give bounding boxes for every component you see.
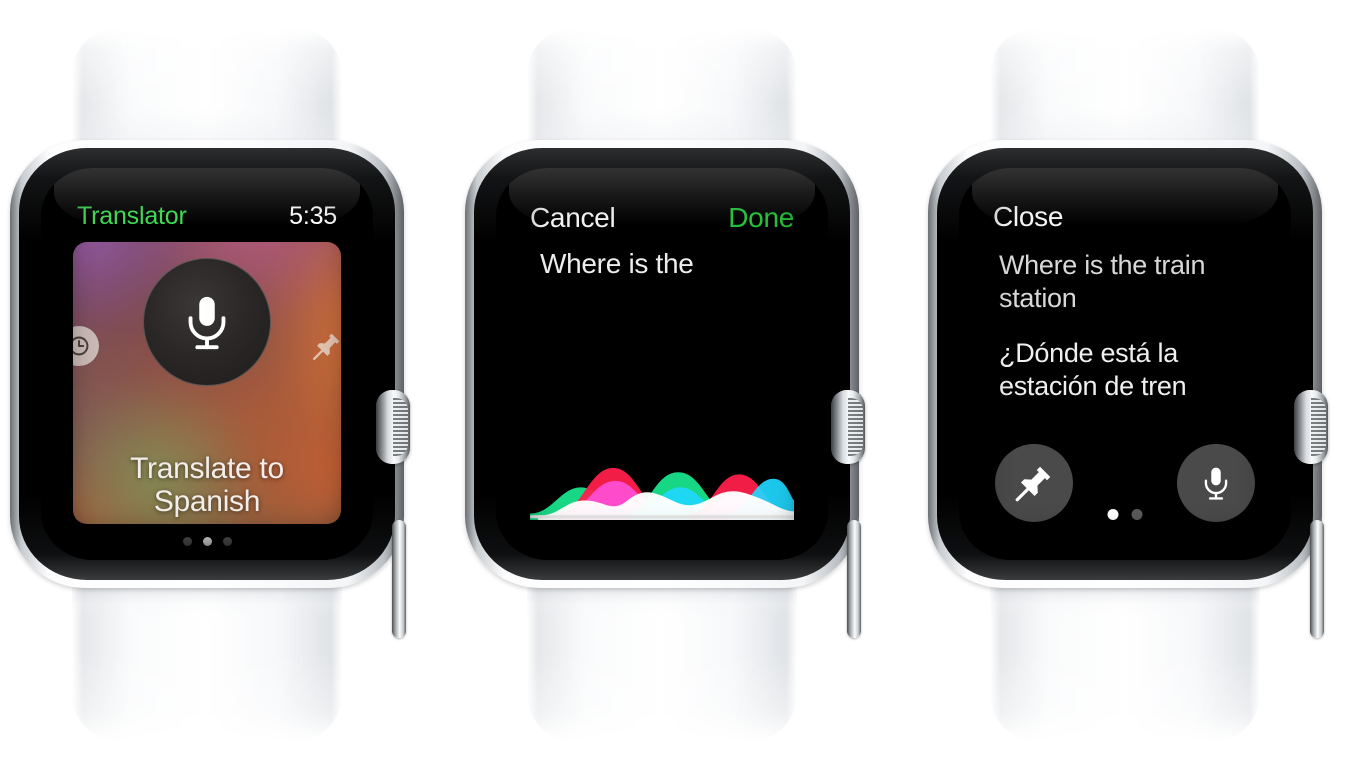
status-time: 5:35 — [289, 202, 337, 230]
page-dot-active[interactable] — [202, 537, 212, 546]
digital-crown[interactable] — [1294, 390, 1328, 464]
watch-case: Close Where is the train station ¿Dónde … — [928, 140, 1328, 638]
watch-dictation: Cancel Done Where is the — [455, 0, 875, 758]
watch-case-inner: Translator 5:35 Translate to Spanish — [19, 148, 395, 580]
watch-translator-home: Translator 5:35 Translate to Spanish — [0, 0, 420, 758]
crown-cap — [1294, 390, 1311, 464]
pin-icon — [1015, 466, 1051, 502]
cancel-button[interactable]: Cancel — [530, 202, 616, 234]
dictation-nav-bar: Cancel Done — [526, 202, 798, 236]
digital-crown[interactable] — [376, 390, 410, 464]
siri-waveform — [530, 444, 794, 520]
watch-band-bottom — [513, 572, 811, 742]
action-row — [989, 444, 1261, 526]
watch-case-inner: Cancel Done Where is the — [474, 148, 850, 580]
watch-band-bottom — [58, 572, 356, 742]
watch-case: Cancel Done Where is the — [465, 140, 865, 638]
page-dot-active[interactable] — [1107, 509, 1119, 520]
microphone-button[interactable] — [143, 258, 271, 386]
watch-display[interactable]: Cancel Done Where is the — [496, 168, 828, 560]
page-dot[interactable] — [182, 537, 192, 546]
microphone-icon — [1204, 467, 1228, 500]
screenshot-stage: Translator 5:35 Translate to Spanish Can… — [0, 0, 1347, 758]
crown-cap — [831, 390, 848, 464]
watch-band-bottom — [976, 572, 1274, 742]
page-dots[interactable] — [1107, 509, 1143, 520]
close-button[interactable]: Close — [989, 201, 1261, 233]
watch-case-inner: Close Where is the train station ¿Dónde … — [937, 148, 1313, 580]
done-button[interactable]: Done — [728, 202, 794, 234]
page-dot[interactable] — [222, 537, 232, 546]
card-caption: Translate to Spanish — [130, 452, 284, 518]
app-title[interactable]: Translator — [77, 202, 187, 231]
side-button[interactable] — [847, 520, 861, 638]
screen-dictation: Cancel Done Where is the — [526, 202, 798, 530]
microphone-icon — [188, 296, 226, 350]
watch-case: Translator 5:35 Translate to Spanish — [10, 140, 410, 638]
watch-display[interactable]: Close Where is the train station ¿Dónde … — [959, 168, 1291, 560]
status-bar: Translator 5:35 — [71, 202, 343, 232]
crown-cap — [376, 390, 393, 464]
watch-translation-result: Close Where is the train station ¿Dónde … — [918, 0, 1338, 758]
pin-button[interactable] — [995, 444, 1073, 522]
page-dots[interactable] — [71, 537, 343, 546]
digital-crown[interactable] — [831, 390, 865, 464]
screen-translator-home: Translator 5:35 Translate to Spanish — [71, 202, 343, 546]
watch-display[interactable]: Translator 5:35 Translate to Spanish — [41, 168, 373, 560]
translated-text: ¿Dónde está la estación de tren — [999, 337, 1187, 401]
dictated-text: Where is the — [540, 248, 694, 279]
side-button[interactable] — [392, 520, 406, 638]
screen-translation-result: Close Where is the train station ¿Dónde … — [989, 201, 1261, 530]
side-button[interactable] — [1310, 520, 1324, 638]
source-text: Where is the train station — [999, 249, 1206, 313]
pin-icon[interactable] — [307, 326, 341, 366]
page-dot[interactable] — [1131, 509, 1143, 520]
translate-card[interactable]: Translate to Spanish — [73, 242, 341, 524]
microphone-button[interactable] — [1177, 444, 1255, 522]
